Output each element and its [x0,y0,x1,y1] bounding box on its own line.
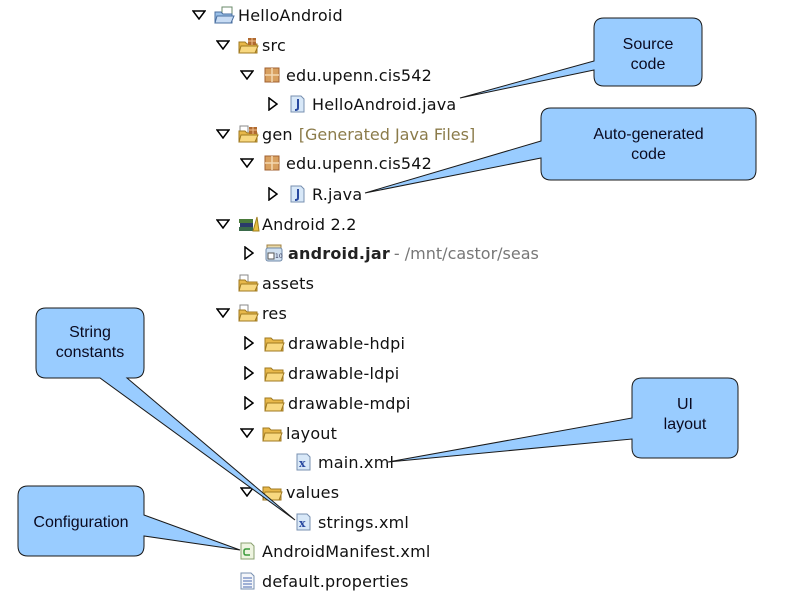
tree-item-r-java[interactable]: R.java [264,181,362,207]
open-folder-icon [264,394,285,412]
tree-item-values[interactable]: values [238,479,339,505]
tree-item-main-xml[interactable]: x main.xml [270,449,394,475]
tree-item-assets[interactable]: assets [214,270,314,296]
tree-item-helloandroid-java[interactable]: HelloAndroid.java [264,91,456,117]
package-icon [262,154,282,172]
expand-toggle-icon[interactable] [238,424,256,442]
package-icon [262,66,282,84]
folder-icon [238,274,259,292]
tree-item-path: - /mnt/castor/seas [393,243,539,263]
collapse-toggle-icon[interactable] [264,95,282,113]
tree-item-label: HelloAndroid [238,5,343,25]
tree-item-label: src [262,35,286,55]
tree-item-label: Android 2.2 [262,214,357,234]
tree-item-label: strings.xml [318,512,410,532]
callout-source-code-text: Source code [622,36,674,73]
tree-item-label: edu.upenn.cis542 [286,153,433,173]
package-explorer-tree: HelloAndroid src edu.upenn.cis542 HelloA… [0,0,793,596]
tree-item-package[interactable]: edu.upenn.cis542 [238,150,432,176]
expand-toggle-icon[interactable] [238,66,256,84]
open-folder-icon [264,334,285,352]
java-file-icon [288,185,308,203]
tree-item-label: layout [286,423,338,443]
xml-file-icon: x [294,453,314,471]
tree-item-label: assets [262,273,315,293]
tree-item-strings-xml[interactable]: x strings.xml [270,509,409,535]
tree-item-label: drawable-ldpi [288,363,400,383]
tree-item-drawable-hdpi[interactable]: drawable-hdpi [240,330,405,356]
collapse-toggle-icon[interactable] [264,185,282,203]
collapse-toggle-icon[interactable] [240,394,258,412]
svg-text:10: 10 [275,253,283,260]
jar-icon: 10 [264,244,284,262]
callout-autogen-code-text: Auto-generated code [593,126,704,163]
tree-item-decoration: [Generated Java Files] [298,124,476,144]
tree-item-label: gen [262,124,293,144]
tree-item-android-library[interactable]: Android 2.2 [214,211,357,237]
tree-item-androidmanifest[interactable]: AndroidManifest.xml [214,538,431,564]
callout-string-constants-text: String constants [55,324,125,361]
collapse-toggle-icon[interactable] [240,334,258,352]
tree-item-label: drawable-hdpi [288,333,406,353]
expand-toggle-icon[interactable] [214,304,232,322]
open-folder-icon [262,483,283,501]
tree-item-label: android.jar [288,243,390,263]
tree-item-src[interactable]: src [214,32,286,58]
library-icon [238,215,260,233]
tree-item-label: drawable-mdpi [288,393,411,413]
manifest-file-icon [238,542,258,560]
tree-item-drawable-ldpi[interactable]: drawable-ldpi [240,360,399,386]
xml-file-icon: x [294,513,314,531]
collapse-toggle-icon[interactable] [240,244,258,262]
expand-toggle-icon[interactable] [214,125,232,143]
expand-toggle-icon[interactable] [190,6,208,24]
properties-file-icon [238,572,258,590]
svg-text:x: x [299,517,306,530]
tree-item-label: R.java [312,184,363,204]
collapse-toggle-icon[interactable] [240,364,258,382]
tree-item-gen[interactable]: gen [Generated Java Files] [214,121,475,147]
tree-item-label: values [286,482,340,502]
tree-item-helloandroid[interactable]: HelloAndroid [190,2,343,28]
tree-item-res[interactable]: res [214,300,287,326]
tree-item-label: HelloAndroid.java [312,94,457,114]
expand-toggle-icon[interactable] [238,154,256,172]
project-folder-icon [214,6,235,24]
tree-item-android-jar[interactable]: 10 android.jar - /mnt/castor/seas [240,240,539,266]
tree-item-layout[interactable]: layout [238,420,337,446]
java-file-icon [288,95,308,113]
tree-item-label: AndroidManifest.xml [262,541,431,561]
tree-item-default-properties[interactable]: default.properties [214,568,409,594]
tree-item-label: default.properties [262,571,409,591]
open-folder-icon [264,364,285,382]
open-folder-icon [262,424,283,442]
tree-item-label: res [262,303,288,323]
tree-item-label: edu.upenn.cis542 [286,65,433,85]
svg-text:x: x [299,457,306,470]
gen-folder-icon [238,125,259,143]
source-folder-icon [238,36,259,54]
tree-item-drawable-mdpi[interactable]: drawable-mdpi [240,390,411,416]
expand-toggle-icon[interactable] [214,36,232,54]
tree-item-label: main.xml [318,452,395,472]
expand-toggle-icon[interactable] [214,215,232,233]
expand-toggle-icon[interactable] [238,483,256,501]
tree-item-package[interactable]: edu.upenn.cis542 [238,62,432,88]
callout-ui-layout-text: UI layout [663,396,707,433]
folder-icon [238,304,259,322]
callout-configuration-text: Configuration [33,514,129,531]
